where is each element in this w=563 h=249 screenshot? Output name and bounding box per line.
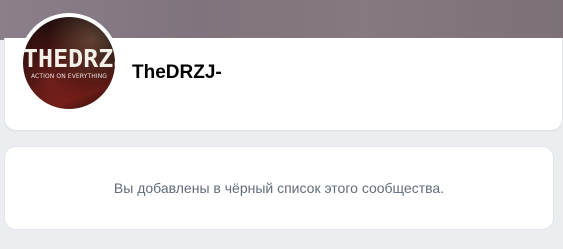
avatar-image: THEDRZJ ACTION ON EVERYTHING <box>23 17 115 109</box>
community-page: THEDRZJ ACTION ON EVERYTHING TheDRZJ- Вы… <box>0 0 563 249</box>
blacklist-notice-card: Вы добавлены в чёрный список этого сообщ… <box>4 146 554 230</box>
community-name: TheDRZJ- <box>132 62 222 83</box>
blacklist-notice-text: Вы добавлены в чёрный список этого сообщ… <box>113 180 445 196</box>
avatar-tagline: ACTION ON EVERYTHING <box>30 73 108 80</box>
avatar-logo-text: THEDRZJ <box>23 44 115 73</box>
community-avatar[interactable]: THEDRZJ ACTION ON EVERYTHING <box>19 13 119 113</box>
